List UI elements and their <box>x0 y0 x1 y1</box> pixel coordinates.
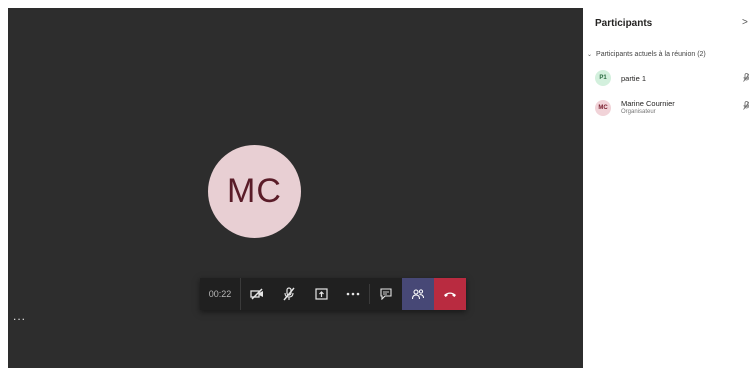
chevron-down-icon: ⌄ <box>587 52 593 58</box>
participant-row[interactable]: MC Marine Cournier Organisateur <box>595 99 675 116</box>
more-options-button[interactable]: ... <box>13 310 26 322</box>
mic-muted-icon <box>743 101 749 112</box>
phone-hangup-icon <box>444 292 456 297</box>
more-actions-button[interactable] <box>337 278 369 310</box>
participants-button[interactable] <box>402 278 434 310</box>
share-screen-button[interactable] <box>305 278 337 310</box>
avatar: P1 <box>595 70 611 86</box>
share-screen-icon <box>314 288 328 300</box>
mic-off-icon <box>283 287 295 301</box>
section-header-current-participants[interactable]: ⌄ Participants actuels à la réunion (2) <box>587 51 706 58</box>
participant-name: partie 1 <box>621 73 647 83</box>
participant-name: Marine Cournier <box>621 99 675 108</box>
participants-panel: Participants > ⌄ Participants actuels à … <box>583 0 749 368</box>
participant-avatar-large: MC <box>208 145 301 238</box>
people-icon <box>411 289 424 300</box>
window-left-edge <box>0 0 8 368</box>
mic-toggle-button[interactable] <box>273 278 305 310</box>
panel-title: Participants <box>595 18 653 29</box>
participant-role: Organisateur <box>621 109 656 115</box>
hang-up-button[interactable] <box>434 278 466 310</box>
call-timer: 00:22 <box>200 278 241 310</box>
chat-icon <box>380 288 392 300</box>
mic-muted-icon <box>743 73 749 84</box>
more-icon <box>346 292 360 296</box>
video-off-icon <box>250 288 263 300</box>
panel-collapse-button[interactable]: > <box>742 17 748 28</box>
avatar: MC <box>595 99 611 116</box>
section-label: Participants actuels à la réunion (2) <box>596 51 706 58</box>
call-controls-bar: 00:22 <box>200 278 466 310</box>
camera-toggle-button[interactable] <box>241 278 273 310</box>
participant-row[interactable]: P1 partie 1 <box>595 70 646 86</box>
video-stage: MC ... 00:22 <box>8 8 583 368</box>
chat-button[interactable] <box>370 278 402 310</box>
